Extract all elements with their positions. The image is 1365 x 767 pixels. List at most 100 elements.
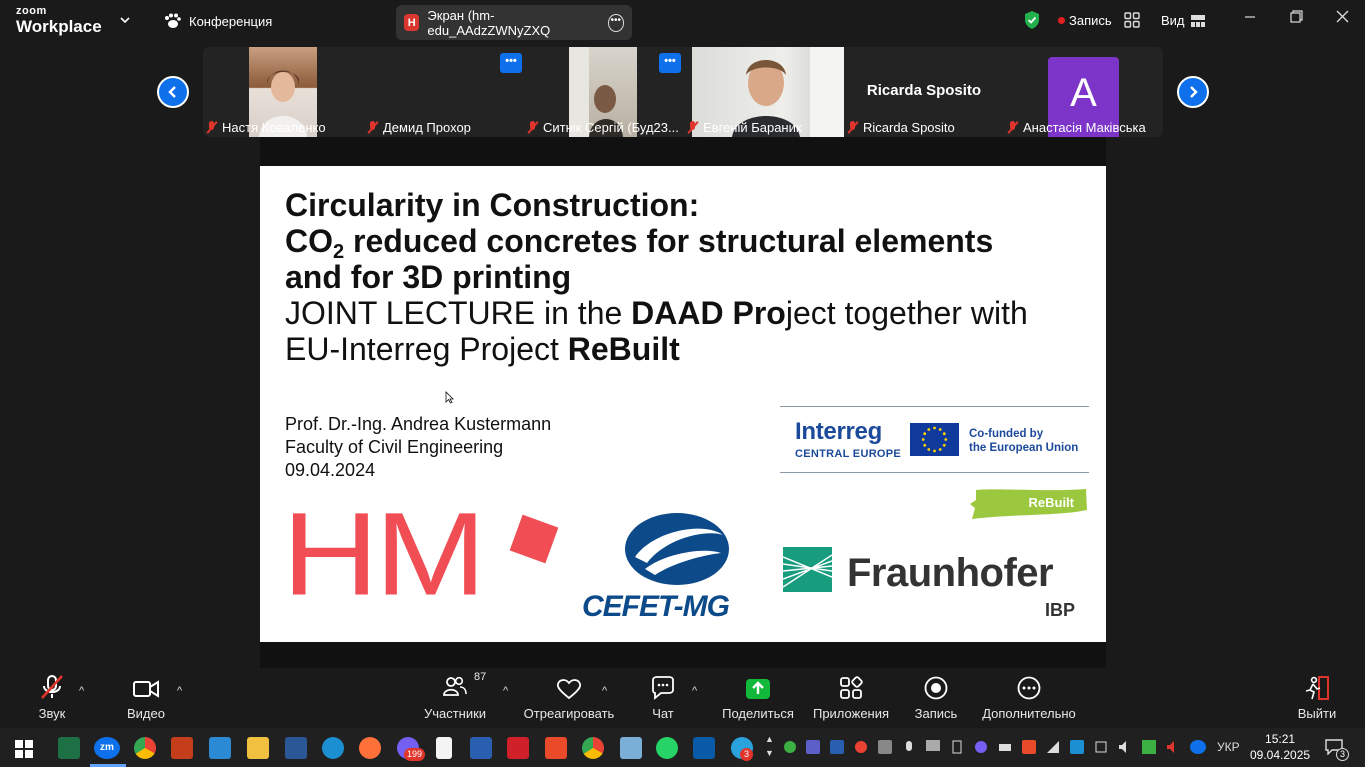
mic-muted-icon xyxy=(1007,121,1019,134)
powerpoint-icon[interactable] xyxy=(171,737,193,759)
slide-subtitle-line2: EU-Interreg Project ReBuilt xyxy=(285,331,680,367)
zoom-taskbar-icon[interactable]: zm xyxy=(94,737,120,759)
tray-usb-icon[interactable] xyxy=(950,740,964,757)
participant-tile[interactable]: ••• Ситнік Сергій (Буд23... xyxy=(524,47,684,137)
audio-button[interactable]: Звук xyxy=(28,668,76,728)
chevron-left-icon xyxy=(168,86,176,98)
save-disk-icon[interactable] xyxy=(470,737,492,759)
video-button[interactable]: Видео xyxy=(122,668,170,728)
tray-zoom-icon[interactable] xyxy=(1190,740,1206,757)
document-icon[interactable] xyxy=(436,737,452,759)
chat-button[interactable]: Чат xyxy=(643,668,683,728)
input-language[interactable]: УКР xyxy=(1217,740,1240,754)
meeting-toolbar: Звук ^ Видео ^ 87 Участники ^ Отреагиров… xyxy=(0,668,1365,728)
gallery-grid-icon[interactable] xyxy=(1124,12,1140,28)
system-clock[interactable]: 15:21 09.04.2025 xyxy=(1250,731,1310,763)
presentation-slide: Circularity in Construction: CO2 reduced… xyxy=(260,166,1106,642)
hm-logo-square xyxy=(509,514,559,564)
tray-monitor-icon[interactable] xyxy=(926,740,940,757)
tray-volume-icon[interactable] xyxy=(1118,740,1132,757)
participants-button[interactable]: 87 Участники xyxy=(420,668,490,728)
participant-tile[interactable]: ••• Демид Прохор xyxy=(364,47,524,137)
app-wave-icon[interactable] xyxy=(693,737,715,759)
firefox-icon[interactable] xyxy=(359,737,381,759)
record-button[interactable]: Запись xyxy=(907,668,965,728)
previous-page-button[interactable] xyxy=(157,76,189,108)
cefet-globe-icon xyxy=(625,513,729,585)
slide-title-line3: and for 3D printing xyxy=(285,259,572,295)
next-page-button[interactable] xyxy=(1177,76,1209,108)
app-s-icon[interactable] xyxy=(209,737,231,759)
tray-app2-icon[interactable] xyxy=(878,740,892,757)
tray-mic-icon[interactable] xyxy=(902,740,916,757)
react-options-caret[interactable]: ^ xyxy=(602,685,607,697)
tray-battery-icon[interactable] xyxy=(998,740,1012,757)
conference-label: Конференция xyxy=(189,13,273,29)
chrome-icon[interactable] xyxy=(134,737,156,759)
tray-viber-icon[interactable] xyxy=(974,740,988,757)
tray-app-icon[interactable] xyxy=(830,740,844,757)
participant-more-button[interactable]: ••• xyxy=(500,53,522,73)
view-menu[interactable]: Вид xyxy=(1161,13,1205,28)
participant-tile[interactable]: A Анастасія Маківська xyxy=(1004,47,1164,137)
tray-app3-icon[interactable] xyxy=(1022,740,1036,757)
edge-icon[interactable] xyxy=(322,737,344,759)
whatsapp-icon[interactable] xyxy=(656,737,678,759)
apps-button[interactable]: Приложения xyxy=(812,668,890,728)
windows-start-icon[interactable] xyxy=(15,740,33,758)
faculty-name: Faculty of Civil Engineering xyxy=(285,437,504,457)
chat-bubble-icon xyxy=(652,676,674,700)
record-icon xyxy=(924,676,948,700)
lecture-date: 09.04.2024 xyxy=(285,460,376,480)
participant-tile[interactable]: Ricarda Sposito Ricarda Sposito xyxy=(844,47,1004,137)
tray-chrome-icon[interactable] xyxy=(854,740,868,757)
restore-icon[interactable] xyxy=(1290,10,1303,27)
app-s-red-icon[interactable] xyxy=(545,737,567,759)
tray-teams-icon[interactable] xyxy=(806,740,820,757)
zoom-logo[interactable]: zoom Workplace xyxy=(16,6,102,36)
app-red-icon[interactable] xyxy=(507,737,529,759)
chat-options-caret[interactable]: ^ xyxy=(692,685,697,697)
notification-count: 3 xyxy=(1336,748,1350,761)
tray-network-icon[interactable] xyxy=(1094,740,1108,757)
slide-subtitle-line1: JOINT LECTURE in the DAAD Project togeth… xyxy=(285,295,1028,331)
tray-shield-icon[interactable] xyxy=(783,740,797,757)
chevron-down-icon[interactable] xyxy=(120,13,130,27)
audio-options-caret[interactable]: ^ xyxy=(79,685,84,697)
video-options-caret[interactable]: ^ xyxy=(177,685,182,697)
react-button[interactable]: Отреагировать xyxy=(524,668,614,728)
participant-more-button[interactable]: ••• xyxy=(659,53,681,73)
tray-wifi-icon[interactable] xyxy=(1046,740,1060,757)
taskbar-scroll[interactable]: ▲ ▼ xyxy=(765,732,774,760)
shared-screen-title: Экран (hm-edu_AAdzZWNyZXQ xyxy=(427,7,551,38)
shared-screen-tab[interactable]: H Экран (hm-edu_AAdzZWNyZXQ ••• xyxy=(396,5,632,40)
rebuilt-logo: ReBuilt xyxy=(970,488,1088,520)
file-explorer-icon[interactable] xyxy=(247,737,269,759)
tray-app4-icon[interactable] xyxy=(1070,740,1084,757)
minimize-icon[interactable] xyxy=(1244,10,1256,27)
word-icon[interactable] xyxy=(285,737,307,759)
more-icon[interactable]: ••• xyxy=(607,13,624,32)
encryption-shield-icon[interactable] xyxy=(1023,10,1041,30)
app-building-icon[interactable] xyxy=(620,737,642,759)
mic-muted-icon xyxy=(847,121,859,134)
mic-muted-icon xyxy=(41,675,63,699)
chrome-profile-icon[interactable] xyxy=(582,737,604,759)
share-screen-button[interactable]: Поделиться xyxy=(722,668,794,728)
excel-icon[interactable] xyxy=(58,737,80,759)
more-button[interactable]: Дополнительно xyxy=(982,668,1076,728)
tray-speaker-muted-icon[interactable] xyxy=(1166,740,1180,757)
view-layout-icon xyxy=(1190,14,1205,27)
tray-security-icon[interactable] xyxy=(1142,740,1156,757)
participant-tile[interactable]: Настя Коваленко xyxy=(203,47,363,137)
participants-options-caret[interactable]: ^ xyxy=(503,685,508,697)
close-icon[interactable] xyxy=(1336,10,1349,27)
record-dot-icon xyxy=(1058,17,1065,24)
recording-indicator[interactable]: Запись xyxy=(1058,13,1112,28)
leave-meeting-button[interactable]: Выйти xyxy=(1295,668,1339,728)
title-bar: zoom Workplace Конференция H Экран (hm-e… xyxy=(0,0,1365,45)
participant-name: Ситнік Сергій (Буд23... xyxy=(527,120,679,135)
participant-tile[interactable]: Евгеній Бараник xyxy=(684,47,844,137)
mouse-cursor-icon xyxy=(445,391,454,404)
conference-menu[interactable]: Конференция xyxy=(163,13,272,29)
